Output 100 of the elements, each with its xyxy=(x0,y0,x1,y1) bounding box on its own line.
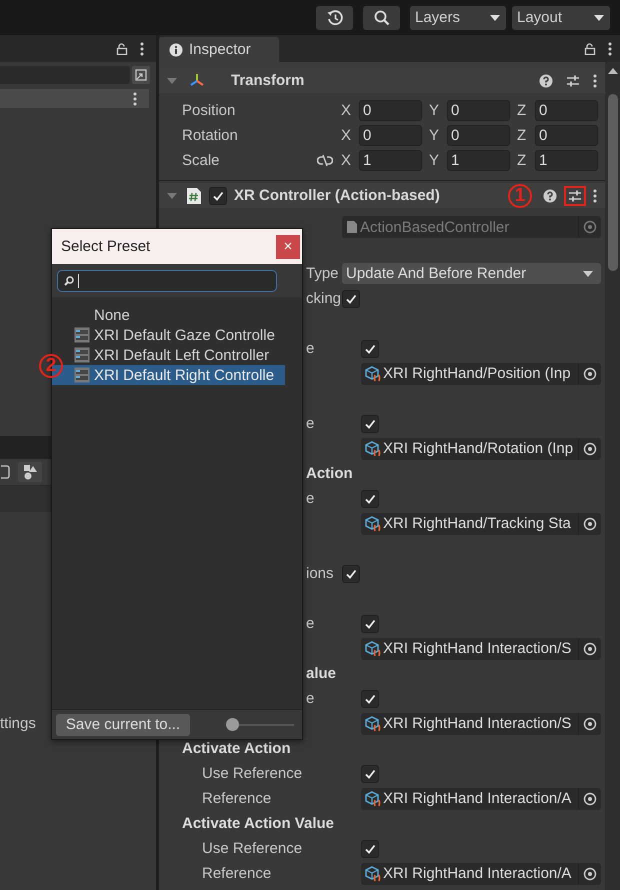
script-icon xyxy=(346,220,358,234)
size-slider[interactable] xyxy=(226,718,294,732)
property-label: ions xyxy=(306,565,334,582)
section-header: Activate Action Value xyxy=(182,815,334,832)
sliders-icon xyxy=(568,188,582,202)
input-action-icon xyxy=(365,716,381,732)
number-field[interactable]: 1 xyxy=(447,150,510,171)
check-icon xyxy=(364,418,376,430)
foldout-icon[interactable] xyxy=(167,76,177,86)
search-icon xyxy=(372,8,390,26)
window-icon xyxy=(135,69,147,81)
section-header: Action xyxy=(306,465,353,482)
number-field[interactable]: 1 xyxy=(359,150,422,171)
target-icon[interactable] xyxy=(583,442,597,456)
maximize-button[interactable] xyxy=(132,66,150,84)
input-action-icon xyxy=(365,790,381,806)
foldout-icon[interactable] xyxy=(167,190,177,200)
number-field[interactable]: 0 xyxy=(535,100,598,121)
reference-field[interactable]: XRI RightHand/Tracking Sta xyxy=(361,512,601,534)
number-field[interactable]: 1 xyxy=(535,150,598,171)
toolbar-button[interactable] xyxy=(18,462,42,482)
property-label: Use Reference xyxy=(202,765,302,782)
reference-field[interactable]: XRI RightHand Interaction/S xyxy=(361,712,601,734)
reference-field[interactable]: XRI RightHand Interaction/A xyxy=(361,862,601,884)
link-icon[interactable] xyxy=(317,154,333,168)
number-field[interactable]: 0 xyxy=(359,125,422,146)
reference-field[interactable]: XRI RightHand/Position (Inp xyxy=(361,362,601,384)
inspector-tab[interactable]: Inspector xyxy=(159,37,279,62)
checkbox[interactable] xyxy=(342,564,360,582)
preset-item[interactable]: None xyxy=(52,305,285,325)
history-button[interactable] xyxy=(316,6,353,30)
target-icon[interactable] xyxy=(583,366,597,380)
checkbox[interactable] xyxy=(361,490,379,508)
number-field[interactable]: 0 xyxy=(535,125,598,146)
frame-icon xyxy=(1,465,11,479)
reference-field[interactable]: XRI RightHand/Rotation (Inp xyxy=(361,438,601,460)
target-icon[interactable] xyxy=(583,716,597,730)
close-button[interactable]: × xyxy=(276,234,300,258)
checkbox[interactable] xyxy=(209,186,227,204)
scrollbar-thumb[interactable] xyxy=(608,94,618,271)
sliders-icon xyxy=(566,74,580,88)
target-icon[interactable] xyxy=(583,642,597,656)
menu-icon[interactable] xyxy=(608,42,612,56)
popup-title: Select Preset xyxy=(61,238,150,255)
toolbar-dropdown[interactable]: Layers xyxy=(410,6,506,30)
checkbox[interactable] xyxy=(361,764,379,782)
checkbox[interactable] xyxy=(342,290,360,308)
input-action-icon xyxy=(365,366,381,382)
shapes-icon xyxy=(22,464,38,480)
axis-label: Z xyxy=(517,127,528,144)
script-field: ActionBasedController xyxy=(342,216,601,238)
check-icon xyxy=(364,842,376,854)
target-icon[interactable] xyxy=(583,866,597,880)
scrollbar[interactable] xyxy=(605,62,620,890)
input-action-icon xyxy=(365,440,381,456)
number-field[interactable]: 0 xyxy=(359,100,422,121)
help-icon[interactable] xyxy=(539,74,553,88)
axis-label: X xyxy=(341,127,352,144)
property-label: e xyxy=(306,415,314,432)
menu-icon[interactable] xyxy=(140,42,144,56)
menu-icon[interactable] xyxy=(593,74,597,88)
target-icon[interactable] xyxy=(583,792,597,806)
list-item-label: ttings xyxy=(0,715,36,732)
input-action-icon xyxy=(365,640,381,656)
number-field[interactable]: 0 xyxy=(447,100,510,121)
checkbox[interactable] xyxy=(361,690,379,708)
search-field[interactable] xyxy=(57,270,277,292)
history-icon xyxy=(326,8,344,26)
preset-item[interactable]: XRI Default Gaze Controlle xyxy=(52,325,285,345)
axis-label: X xyxy=(341,152,352,169)
reference-field[interactable]: XRI RightHand Interaction/A xyxy=(361,788,601,810)
property-label: Scale xyxy=(182,152,221,169)
toolbar-dropdown[interactable]: Layout xyxy=(512,6,610,30)
check-icon xyxy=(345,292,357,304)
lock-icon[interactable] xyxy=(584,43,596,55)
component-header[interactable]: Transform xyxy=(159,68,605,93)
search-button[interactable] xyxy=(363,6,400,30)
step-marker: 2 xyxy=(39,354,63,378)
property-label: Reference xyxy=(202,790,272,807)
presets-button[interactable] xyxy=(564,186,586,206)
checkbox[interactable] xyxy=(361,340,379,358)
checkbox[interactable] xyxy=(361,840,379,858)
component-title: Transform xyxy=(231,72,304,89)
scroll-up-icon[interactable] xyxy=(608,68,618,74)
target-icon[interactable] xyxy=(583,516,597,530)
axis-label: Y xyxy=(429,152,440,169)
number-field[interactable]: 0 xyxy=(447,125,510,146)
save-button[interactable]: Save current to... xyxy=(56,714,190,736)
lock-icon[interactable] xyxy=(116,42,128,54)
help-icon[interactable] xyxy=(543,188,557,202)
input-action-icon xyxy=(365,866,381,882)
property-label: e xyxy=(306,340,314,357)
reference-field[interactable]: XRI RightHand Interaction/S xyxy=(361,638,601,660)
menu-icon[interactable] xyxy=(133,92,137,106)
checkbox[interactable] xyxy=(361,614,379,632)
menu-icon[interactable] xyxy=(593,188,597,202)
dropdown[interactable]: Update And Before Render xyxy=(342,263,601,284)
axis-label: Y xyxy=(429,127,440,144)
search-icon xyxy=(64,276,74,286)
checkbox[interactable] xyxy=(361,414,379,432)
